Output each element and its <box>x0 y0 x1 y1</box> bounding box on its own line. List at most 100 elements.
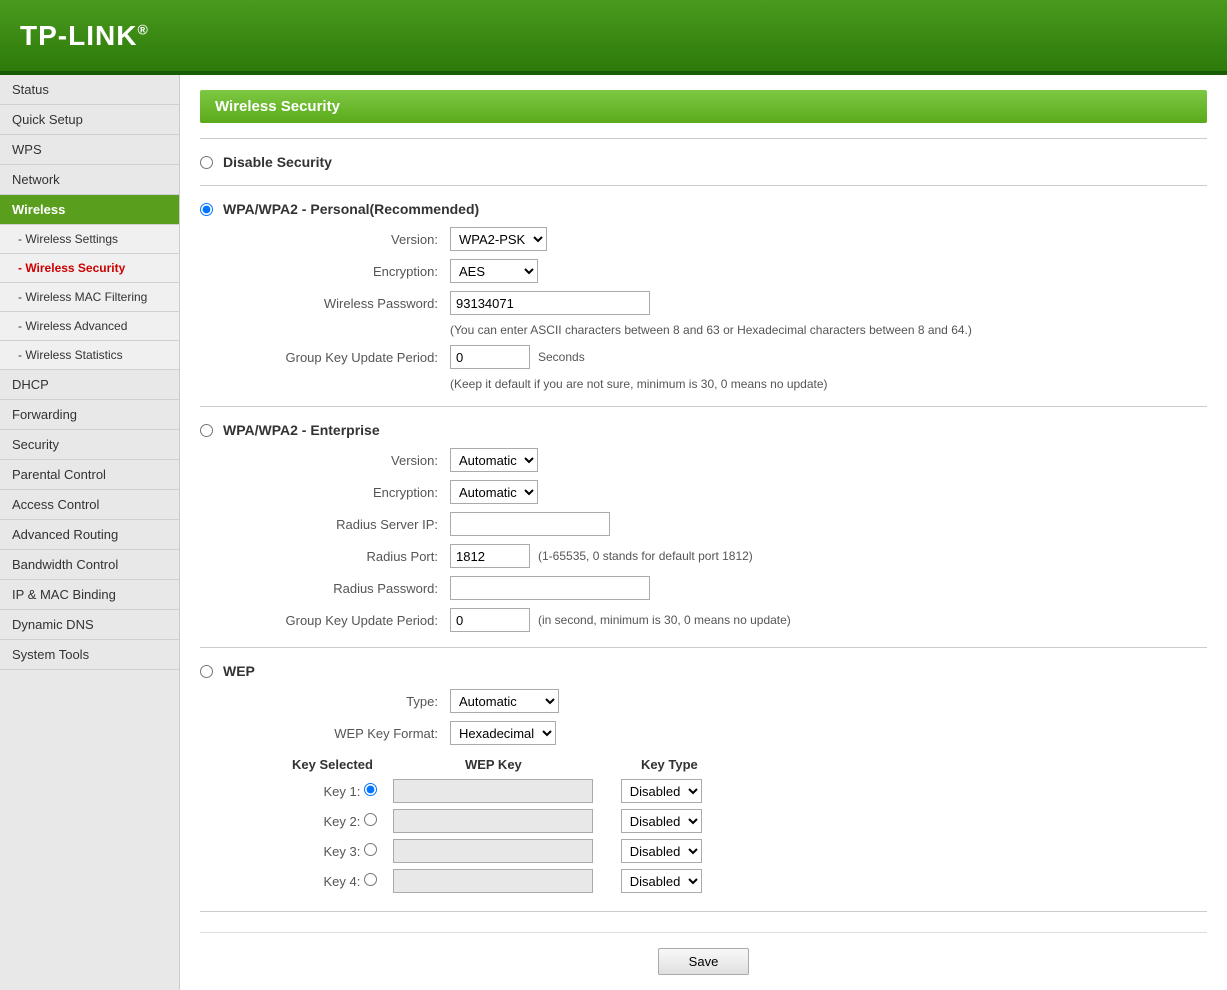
sidebar-item-security[interactable]: Security <box>0 430 179 460</box>
sidebar-item-wireless-stats[interactable]: - Wireless Statistics <box>0 341 179 370</box>
wep-key2-row: Key 2: Disabled 64bit 128bit 152bit <box>280 806 710 836</box>
wep-key2-cell <box>385 806 601 836</box>
sidebar-item-wireless-advanced[interactable]: - Wireless Advanced <box>0 312 179 341</box>
wpa-enterprise-version-select[interactable]: Automatic WPA WPA2 <box>450 448 538 472</box>
wpa-enterprise-radius-port-control: (1-65535, 0 stands for default port 1812… <box>450 544 753 568</box>
wep-key3-radio[interactable] <box>364 843 377 856</box>
sidebar-item-bandwidth[interactable]: Bandwidth Control <box>0 550 179 580</box>
wpa-personal-version-control: Automatic WPA-PSK WPA2-PSK <box>450 227 547 251</box>
wpa-enterprise-version-control: Automatic WPA WPA2 <box>450 448 538 472</box>
sidebar-item-forwarding[interactable]: Forwarding <box>0 400 179 430</box>
sidebar-item-ddns[interactable]: Dynamic DNS <box>0 610 179 640</box>
wpa-enterprise-radio[interactable] <box>200 424 213 437</box>
wpa-enterprise-groupkey-control: (in second, minimum is 30, 0 means no up… <box>450 608 791 632</box>
wep-key3-input[interactable] <box>393 839 593 863</box>
wpa-personal-encryption-label: Encryption: <box>240 264 450 279</box>
wep-key3-type-cell: Disabled 64bit 128bit 152bit <box>601 836 710 866</box>
sidebar-item-wps[interactable]: WPS <box>0 135 179 165</box>
wpa-enterprise-groupkey-row: Group Key Update Period: (in second, min… <box>240 608 1207 632</box>
sidebar-item-status[interactable]: Status <box>0 75 179 105</box>
divider-1 <box>200 185 1207 186</box>
wep-key2-input[interactable] <box>393 809 593 833</box>
sidebar-item-parental[interactable]: Parental Control <box>0 460 179 490</box>
wep-key4-input[interactable] <box>393 869 593 893</box>
wpa-enterprise-radius-ip-input[interactable] <box>450 512 610 536</box>
sidebar-item-network[interactable]: Network <box>0 165 179 195</box>
save-button[interactable]: Save <box>658 948 750 975</box>
wep-key1-input[interactable] <box>393 779 593 803</box>
disable-security-option: Disable Security <box>200 154 1207 170</box>
wep-radio[interactable] <box>200 665 213 678</box>
sidebar-item-dhcp[interactable]: DHCP <box>0 370 179 400</box>
divider-3 <box>200 647 1207 648</box>
wpa-personal-encryption-select[interactable]: Automatic TKIP AES <box>450 259 538 283</box>
wpa-personal-groupkey-control: Seconds <box>450 345 585 369</box>
wep-col-selected: Key Selected <box>280 753 385 776</box>
wpa-enterprise-radius-ip-row: Radius Server IP: <box>240 512 1207 536</box>
wpa-enterprise-version-label: Version: <box>240 453 450 468</box>
wep-col-type: Key Type <box>601 753 710 776</box>
disable-security-header: Disable Security <box>200 154 1207 170</box>
wep-key1-type-cell: Disabled 64bit 128bit 152bit <box>601 776 710 806</box>
wpa-personal-password-label: Wireless Password: <box>240 296 450 311</box>
wpa-personal-option: WPA/WPA2 - Personal(Recommended) Version… <box>200 201 1207 391</box>
wpa-personal-radio[interactable] <box>200 203 213 216</box>
sidebar: Status Quick Setup WPS Network Wireless … <box>0 75 180 990</box>
content-area: Wireless Security Disable Security WPA/W… <box>180 75 1227 990</box>
disable-security-radio[interactable] <box>200 156 213 169</box>
wep-type-select[interactable]: Automatic Open System Shared Key <box>450 689 559 713</box>
wpa-personal-hint1: (You can enter ASCII characters between … <box>450 323 972 337</box>
sidebar-item-ip-mac[interactable]: IP & MAC Binding <box>0 580 179 610</box>
wep-col-key: WEP Key <box>385 753 601 776</box>
divider-top <box>200 138 1207 139</box>
wep-format-label: WEP Key Format: <box>240 726 450 741</box>
wpa-personal-version-select[interactable]: Automatic WPA-PSK WPA2-PSK <box>450 227 547 251</box>
wep-table-header: Key Selected WEP Key Key Type <box>280 753 710 776</box>
wpa-enterprise-groupkey-input[interactable] <box>450 608 530 632</box>
wpa-personal-groupkey-row: Group Key Update Period: Seconds <box>240 345 1207 369</box>
wpa-enterprise-radius-ip-control <box>450 512 610 536</box>
wep-key1-row: Key 1: Disabled 64bit 128bit 152bit <box>280 776 710 806</box>
wpa-enterprise-form: Version: Automatic WPA WPA2 Encryption: <box>240 448 1207 632</box>
wep-key4-radio[interactable] <box>364 873 377 886</box>
wpa-enterprise-groupkey-hint: (in second, minimum is 30, 0 means no up… <box>538 613 791 627</box>
wpa-personal-encryption-row: Encryption: Automatic TKIP AES <box>240 259 1207 283</box>
divider-bottom <box>200 911 1207 912</box>
wep-keys-table: Key Selected WEP Key Key Type Key 1: Dis… <box>280 753 710 896</box>
wpa-enterprise-groupkey-label: Group Key Update Period: <box>240 613 450 628</box>
sidebar-item-advanced-routing[interactable]: Advanced Routing <box>0 520 179 550</box>
wep-label: WEP <box>223 663 255 679</box>
sidebar-item-wireless-settings[interactable]: - Wireless Settings <box>0 225 179 254</box>
wep-key1-cell <box>385 776 601 806</box>
sidebar-item-wireless-mac[interactable]: - Wireless MAC Filtering <box>0 283 179 312</box>
wpa-enterprise-encryption-select[interactable]: Automatic TKIP AES <box>450 480 538 504</box>
sidebar-item-wireless-security[interactable]: - Wireless Security <box>0 254 179 283</box>
wpa-personal-password-input[interactable] <box>450 291 650 315</box>
wep-type-control: Automatic Open System Shared Key <box>450 689 559 713</box>
main-layout: Status Quick Setup WPS Network Wireless … <box>0 75 1227 990</box>
page-title: Wireless Security <box>200 90 1207 123</box>
wpa-enterprise-radius-port-hint: (1-65535, 0 stands for default port 1812… <box>538 549 753 563</box>
wpa-personal-groupkey-input[interactable] <box>450 345 530 369</box>
wpa-personal-hint2: (Keep it default if you are not sure, mi… <box>450 377 828 391</box>
wpa-personal-version-row: Version: Automatic WPA-PSK WPA2-PSK <box>240 227 1207 251</box>
wep-key1-radio[interactable] <box>364 783 377 796</box>
wpa-enterprise-radius-port-row: Radius Port: (1-65535, 0 stands for defa… <box>240 544 1207 568</box>
sidebar-item-quick-setup[interactable]: Quick Setup <box>0 105 179 135</box>
wep-key1-type-select[interactable]: Disabled 64bit 128bit 152bit <box>621 779 702 803</box>
wpa-enterprise-radius-pass-input[interactable] <box>450 576 650 600</box>
wep-key2-type-select[interactable]: Disabled 64bit 128bit 152bit <box>621 809 702 833</box>
wep-key2-radio[interactable] <box>364 813 377 826</box>
wep-key3-type-select[interactable]: Disabled 64bit 128bit 152bit <box>621 839 702 863</box>
wpa-enterprise-radius-port-input[interactable] <box>450 544 530 568</box>
wep-key4-type-select[interactable]: Disabled 64bit 128bit 152bit <box>621 869 702 893</box>
wep-key2-type-cell: Disabled 64bit 128bit 152bit <box>601 806 710 836</box>
wpa-personal-groupkey-label: Group Key Update Period: <box>240 350 450 365</box>
sidebar-item-access-control[interactable]: Access Control <box>0 490 179 520</box>
wpa-personal-password-control <box>450 291 650 315</box>
wep-format-select[interactable]: Hexadecimal ASCII <box>450 721 556 745</box>
wpa-personal-password-row: Wireless Password: <box>240 291 1207 315</box>
sidebar-item-system-tools[interactable]: System Tools <box>0 640 179 670</box>
wep-format-row: WEP Key Format: Hexadecimal ASCII <box>240 721 1207 745</box>
sidebar-item-wireless[interactable]: Wireless <box>0 195 179 225</box>
